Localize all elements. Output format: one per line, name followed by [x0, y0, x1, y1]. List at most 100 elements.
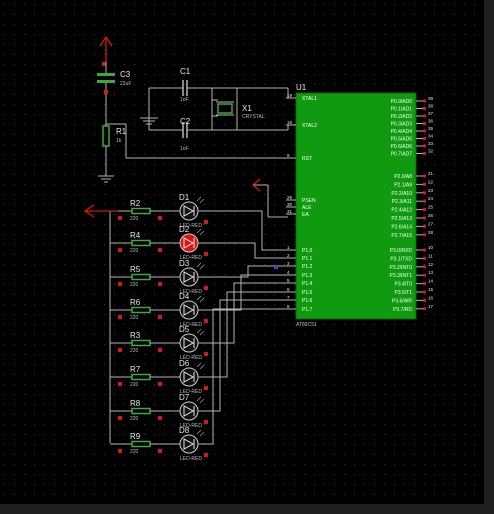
led-body[interactable] [179, 401, 199, 421]
mcu-pin-name: P1.7 [302, 307, 313, 313]
capacitor-c3-plate-top[interactable] [97, 73, 115, 76]
pin-state-marker [118, 282, 122, 286]
pin-state-marker [204, 453, 208, 457]
resistor-value: 220 [130, 348, 139, 354]
resistor-value: 220 [130, 315, 139, 321]
mcu-pin-name: P1.1 [302, 256, 313, 262]
c2-value: 1nF [180, 146, 189, 152]
capacitor-c3-plate-bottom[interactable] [97, 80, 115, 83]
resistor-value: 220 [130, 282, 139, 288]
mcu-port0-pin-name: P0.4/AD4 [391, 129, 413, 135]
mcu-pin-number: 33 [428, 141, 434, 146]
pin-state-marker [423, 114, 426, 118]
mcu-pin-number: 29 [287, 195, 293, 200]
resistor-value: 220 [130, 382, 139, 388]
mcu-port2-pin-name: P2.6/A14 [391, 224, 412, 230]
mcu-pin-number: 14 [428, 279, 434, 284]
pin-state-marker [204, 220, 208, 224]
led-ref: D5 [179, 325, 190, 334]
mcu-port3-pin-name: P3.3/INT1 [389, 273, 412, 279]
mcu-pin-number: 10 [428, 245, 434, 250]
pin-state-marker [204, 386, 208, 390]
pin-state-marker [423, 256, 426, 260]
resistor-value: 220 [130, 449, 139, 455]
pin-state-marker [118, 449, 122, 453]
mcu-u1[interactable]: U1AT89C5119XTAL118XTAL29RST29PSEN30ALE31… [286, 83, 434, 328]
resistor-ref: R9 [130, 432, 141, 441]
led-ref: D4 [179, 292, 190, 301]
mcu-pin-name: P1.5 [302, 290, 313, 296]
x1-ref: X1 [242, 104, 252, 113]
mcu-port0-pin-name: P0.0/AD0 [391, 99, 413, 105]
led-body[interactable] [179, 333, 199, 353]
mcu-port2-pin-name: P2.2/A10 [391, 191, 412, 197]
mcu-pin-number: 25 [428, 205, 434, 210]
mcu-pin-name: PSEN [302, 198, 316, 204]
led-body[interactable] [179, 233, 199, 253]
pin-state-marker [423, 273, 426, 277]
led-body[interactable] [179, 367, 199, 387]
pin-state-marker [118, 416, 122, 420]
mcu-pin-number: 26 [428, 213, 434, 218]
mcu-pin-number: 17 [428, 304, 434, 309]
mcu-pin-number: 32 [428, 149, 434, 154]
resistor-ref: R8 [130, 399, 141, 408]
c3-value: 22uF [120, 81, 131, 87]
scrollbar-right[interactable] [484, 0, 494, 514]
pin-state-marker [423, 298, 426, 302]
mcu-pin-number: 21 [428, 171, 434, 176]
mcu-pin-name: P1.2 [302, 264, 313, 270]
mcu-pin-number: 23 [428, 188, 434, 193]
mcu-port0-pin-name: P0.3/AD3 [391, 122, 413, 128]
mcu-pin-number: 22 [428, 179, 434, 184]
mcu-port3-pin-name: P3.1/TXD [390, 256, 412, 262]
pin-state-marker [423, 265, 426, 269]
mcu-pin-name: XTAL1 [302, 96, 317, 102]
scrollbar-bottom[interactable] [0, 504, 494, 514]
mcu-pin-number: 36 [428, 119, 434, 124]
mcu-pin-name: ALE [302, 205, 312, 211]
mcu-port2-pin-name: P2.1/A9 [394, 182, 412, 188]
pin-state-marker [423, 216, 426, 220]
mcu-pin-number: 34 [428, 134, 434, 139]
pin-state-marker [423, 224, 426, 228]
mcu-pin-number: 15 [428, 287, 434, 292]
resistor-ref: R5 [130, 265, 141, 274]
pin-state-marker [423, 248, 426, 252]
mcu-port3-pin-name: P3.0/RXD [390, 248, 413, 254]
mcu-pin-number: 28 [428, 230, 434, 235]
pin-state-marker [158, 282, 162, 286]
mcu-port2-pin-name: P2.3/A11 [392, 199, 412, 205]
mcu-pin-name: P1.4 [302, 281, 313, 287]
pin-state-marker [118, 216, 122, 220]
mcu-port2-pin-name: P2.7/A15 [391, 233, 412, 239]
led-ref: D6 [179, 359, 190, 368]
mcu-pin-number: 35 [428, 126, 434, 131]
mcu-pin-number: 13 [428, 270, 434, 275]
pin-state-marker [423, 282, 426, 286]
pin-state-marker [423, 233, 426, 237]
pin-state-marker [423, 129, 426, 133]
resistor-ref: R7 [130, 365, 141, 374]
mcu-pin-number: 38 [428, 104, 434, 109]
pin-state-marker [423, 208, 426, 212]
led-body[interactable] [179, 434, 199, 454]
mcu-pin-number: 31 [287, 209, 293, 214]
pin-state-marker [158, 248, 162, 252]
mcu-port2-pin-name: P2.4/A12 [391, 208, 412, 214]
pin-state-marker [423, 174, 426, 178]
resistor-value: 220 [130, 416, 139, 422]
led-body[interactable] [179, 267, 199, 287]
mcu-pin-number: 19 [287, 93, 293, 98]
led-body[interactable] [179, 300, 199, 320]
led-ref: D8 [179, 426, 190, 435]
resistor-ref: R4 [130, 231, 141, 240]
mcu-pin-number: 12 [428, 262, 434, 267]
pin-state-marker [204, 319, 208, 323]
pin-state-marker [423, 182, 426, 186]
pin-state-marker [118, 248, 122, 252]
schematic-canvas[interactable]: C3 22uF R1 1k C1 1nF C2 1nF X1 CRYSTAL U… [0, 0, 494, 514]
c1-ref: C1 [180, 67, 191, 76]
c1-value: 1nF [180, 97, 189, 103]
led-body[interactable] [179, 201, 199, 221]
